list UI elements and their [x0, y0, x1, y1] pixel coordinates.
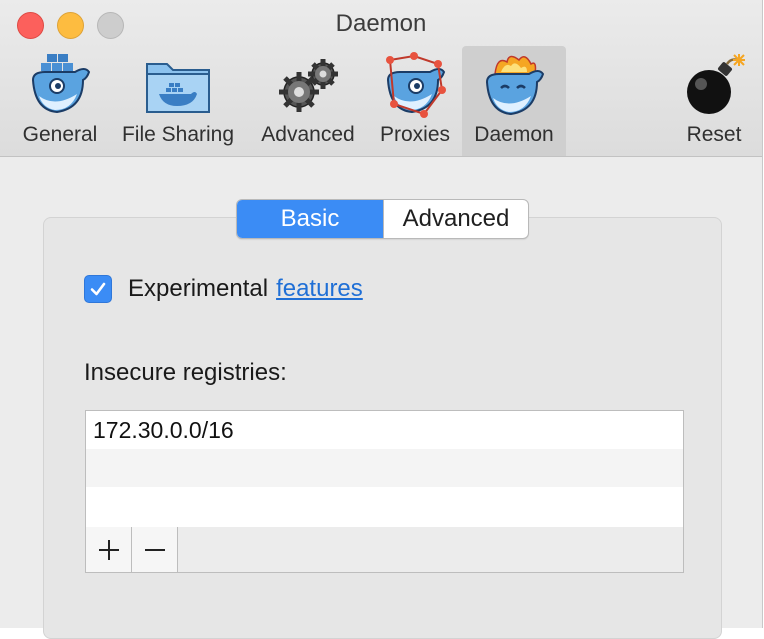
daemon-whale-icon: [485, 55, 545, 116]
toolbar-label: File Sharing: [121, 123, 235, 146]
registry-row[interactable]: 172.30.0.0/16: [86, 411, 683, 449]
title-toolbar: Daemon General File Sharing Advanced Pro…: [0, 0, 762, 157]
tab-basic[interactable]: Basic: [237, 200, 383, 238]
insecure-registries-label: Insecure registries:: [84, 359, 287, 386]
shared-folder-icon: [146, 63, 210, 113]
experimental-checkbox[interactable]: [84, 275, 112, 303]
registry-row[interactable]: [86, 487, 683, 525]
proxy-whale-icon: [386, 52, 446, 118]
add-registry-button[interactable]: [86, 527, 132, 572]
remove-registry-button[interactable]: [132, 527, 178, 572]
toolbar-item-advanced[interactable]: Advanced: [252, 46, 364, 156]
toolbar-item-general[interactable]: General: [14, 46, 106, 156]
gears-icon: [279, 59, 338, 112]
toolbar-label: Reset: [686, 123, 742, 146]
window-title: Daemon: [335, 10, 427, 37]
toolbar-label: Proxies: [379, 123, 451, 146]
plus-icon: [98, 539, 119, 560]
registry-list-controls: [85, 527, 684, 573]
preferences-window: Daemon General File Sharing Advanced Pro…: [0, 0, 763, 639]
toolbar-label: General: [22, 123, 98, 146]
features-link[interactable]: features: [276, 275, 363, 303]
toolbar-item-reset[interactable]: Reset: [676, 46, 752, 156]
toolbar-item-daemon[interactable]: Daemon: [462, 46, 566, 156]
toolbar-item-proxies[interactable]: Proxies: [372, 46, 458, 156]
segmented-control: Basic Advanced: [236, 199, 529, 239]
minus-icon: [144, 548, 165, 551]
daemon-pane: Basic Advanced Experimental features Ins…: [0, 157, 762, 639]
toolbar-label: Daemon: [474, 123, 554, 146]
tab-advanced[interactable]: Advanced: [383, 200, 528, 238]
toolbar-item-file-sharing[interactable]: File Sharing: [114, 46, 242, 156]
insecure-registries-list[interactable]: 172.30.0.0/16: [85, 410, 684, 528]
bomb-icon: [687, 54, 745, 114]
docker-whale-icon: [31, 54, 91, 114]
experimental-label: Experimental: [128, 275, 269, 302]
experimental-row: Experimental features: [84, 275, 363, 303]
registry-row[interactable]: [86, 449, 683, 487]
checkmark-icon: [90, 282, 106, 296]
toolbar-label: Advanced: [261, 123, 355, 146]
